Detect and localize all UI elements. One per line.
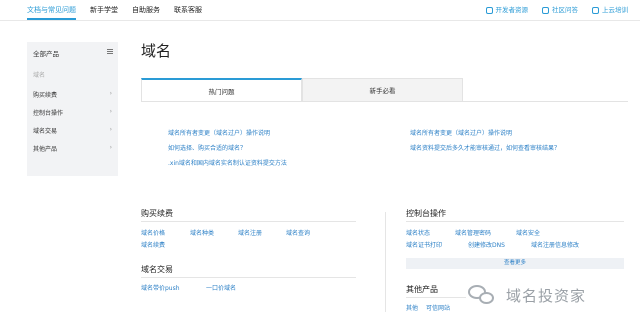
sidebar-current-product: 域名 (33, 72, 46, 79)
sidebar-item-label: 其他产品 (33, 146, 58, 153)
sidebar-item-other[interactable]: 其他产品 › (33, 144, 112, 153)
question-link[interactable]: 域名所有者变更（域名过户）操作说明 (168, 128, 270, 137)
tab-panel (141, 101, 628, 181)
sidebar-item-label: 控制台操作 (33, 110, 64, 117)
section-divider (141, 221, 356, 222)
sidebar-header[interactable]: 全部产品 (33, 48, 59, 58)
nav-beginner[interactable]: 新手学堂 (90, 0, 118, 20)
sidebar-item-console[interactable]: 控制台操作 › (33, 108, 112, 117)
question-link[interactable]: 域名所有者变更（域名过户）操作说明 (410, 128, 512, 137)
sidebar: 全部产品 域名 购买续费 › 控制台操作 › 域名交易 › 其他产品 › (27, 42, 118, 176)
faq-tabs: 热门问题 新手必看 (141, 78, 463, 102)
buy-link-register[interactable]: 域名注册 (238, 228, 262, 237)
console-link-password[interactable]: 域名管理密码 (455, 228, 491, 237)
menu-icon[interactable] (107, 49, 113, 54)
code-icon (485, 6, 493, 14)
column-divider (385, 212, 386, 312)
community-label: 社区问答 (552, 6, 578, 14)
sidebar-item-label: 购买续费 (33, 92, 58, 99)
tab-beginner-must-read[interactable]: 新手必看 (302, 78, 463, 102)
trade-link-fixed-price[interactable]: 一口价域名 (206, 283, 236, 292)
buy-link-price[interactable]: 域名价格 (141, 228, 165, 237)
developer-resources-link[interactable]: 开发者资源 (485, 0, 529, 20)
console-link-registrant-info[interactable]: 域名注册信息修改 (531, 240, 579, 249)
section-title-other: 其他产品 (406, 285, 438, 294)
console-link-certificate[interactable]: 域名证书打印 (406, 240, 442, 249)
top-bar: 文档与常见问题 新手学堂 自助服务 联系客服 开发者资源 社区问答 上云培训 (0, 0, 640, 21)
tab-hot-questions[interactable]: 热门问题 (141, 78, 302, 102)
console-link-security[interactable]: 域名安全 (516, 228, 540, 237)
other-link-other[interactable]: 其他 (406, 303, 418, 312)
chevron-down-icon: › (109, 126, 112, 133)
section-divider (141, 277, 356, 278)
developer-resources-label: 开发者资源 (495, 6, 529, 14)
section-divider (406, 297, 466, 298)
other-link-trusted-site[interactable]: 可信网站 (426, 303, 450, 312)
section-title-trade: 域名交易 (141, 265, 173, 274)
trade-link-push[interactable]: 域名带价push (141, 283, 180, 292)
console-link-status[interactable]: 域名状态 (406, 228, 430, 237)
top-links: 开发者资源 社区问答 上云培训 (472, 0, 628, 20)
buy-link-types[interactable]: 域名种类 (190, 228, 214, 237)
community-link[interactable]: 社区问答 (542, 0, 578, 20)
console-link-dns[interactable]: 创建修改DNS (468, 240, 505, 249)
chat-icon (542, 6, 549, 14)
nav-contact[interactable]: 联系客服 (174, 0, 202, 20)
nav-docs[interactable]: 文档与常见问题 (27, 0, 76, 20)
section-divider (406, 221, 624, 222)
sidebar-item-label: 域名交易 (33, 128, 58, 135)
wechat-logo-icon (468, 283, 496, 307)
training-icon (592, 6, 599, 14)
top-nav: 文档与常见问题 新手学堂 自助服务 联系客服 (27, 0, 216, 20)
watermark-text: 域名投资家 (506, 286, 587, 305)
chevron-down-icon: › (109, 90, 112, 97)
buy-link-query[interactable]: 域名查询 (286, 228, 310, 237)
view-more-button[interactable]: 查看更多 (406, 258, 624, 269)
page-title: 域名 (141, 42, 172, 60)
watermark: 域名投资家 (468, 283, 586, 307)
section-title-console: 控制台操作 (406, 209, 446, 218)
question-link[interactable]: 如何选择、购买合适的域名？ (168, 143, 246, 152)
chevron-down-icon: › (109, 144, 112, 151)
chevron-down-icon: › (109, 108, 112, 115)
section-title-buy: 购买续费 (141, 209, 173, 218)
training-label: 上云培训 (602, 6, 628, 14)
sidebar-item-buy[interactable]: 购买续费 › (33, 90, 112, 99)
buy-link-renew[interactable]: 域名续费 (141, 240, 165, 249)
question-link[interactable]: .xin域名和国内域名实名制认证资料提交方法 (168, 158, 287, 167)
training-link[interactable]: 上云培训 (592, 0, 628, 20)
sidebar-item-trade[interactable]: 域名交易 › (33, 126, 112, 135)
nav-self-service[interactable]: 自助服务 (132, 0, 160, 20)
question-link[interactable]: 域名资料提交后多久才能审核通过，如何查看审核结果？ (410, 143, 560, 152)
